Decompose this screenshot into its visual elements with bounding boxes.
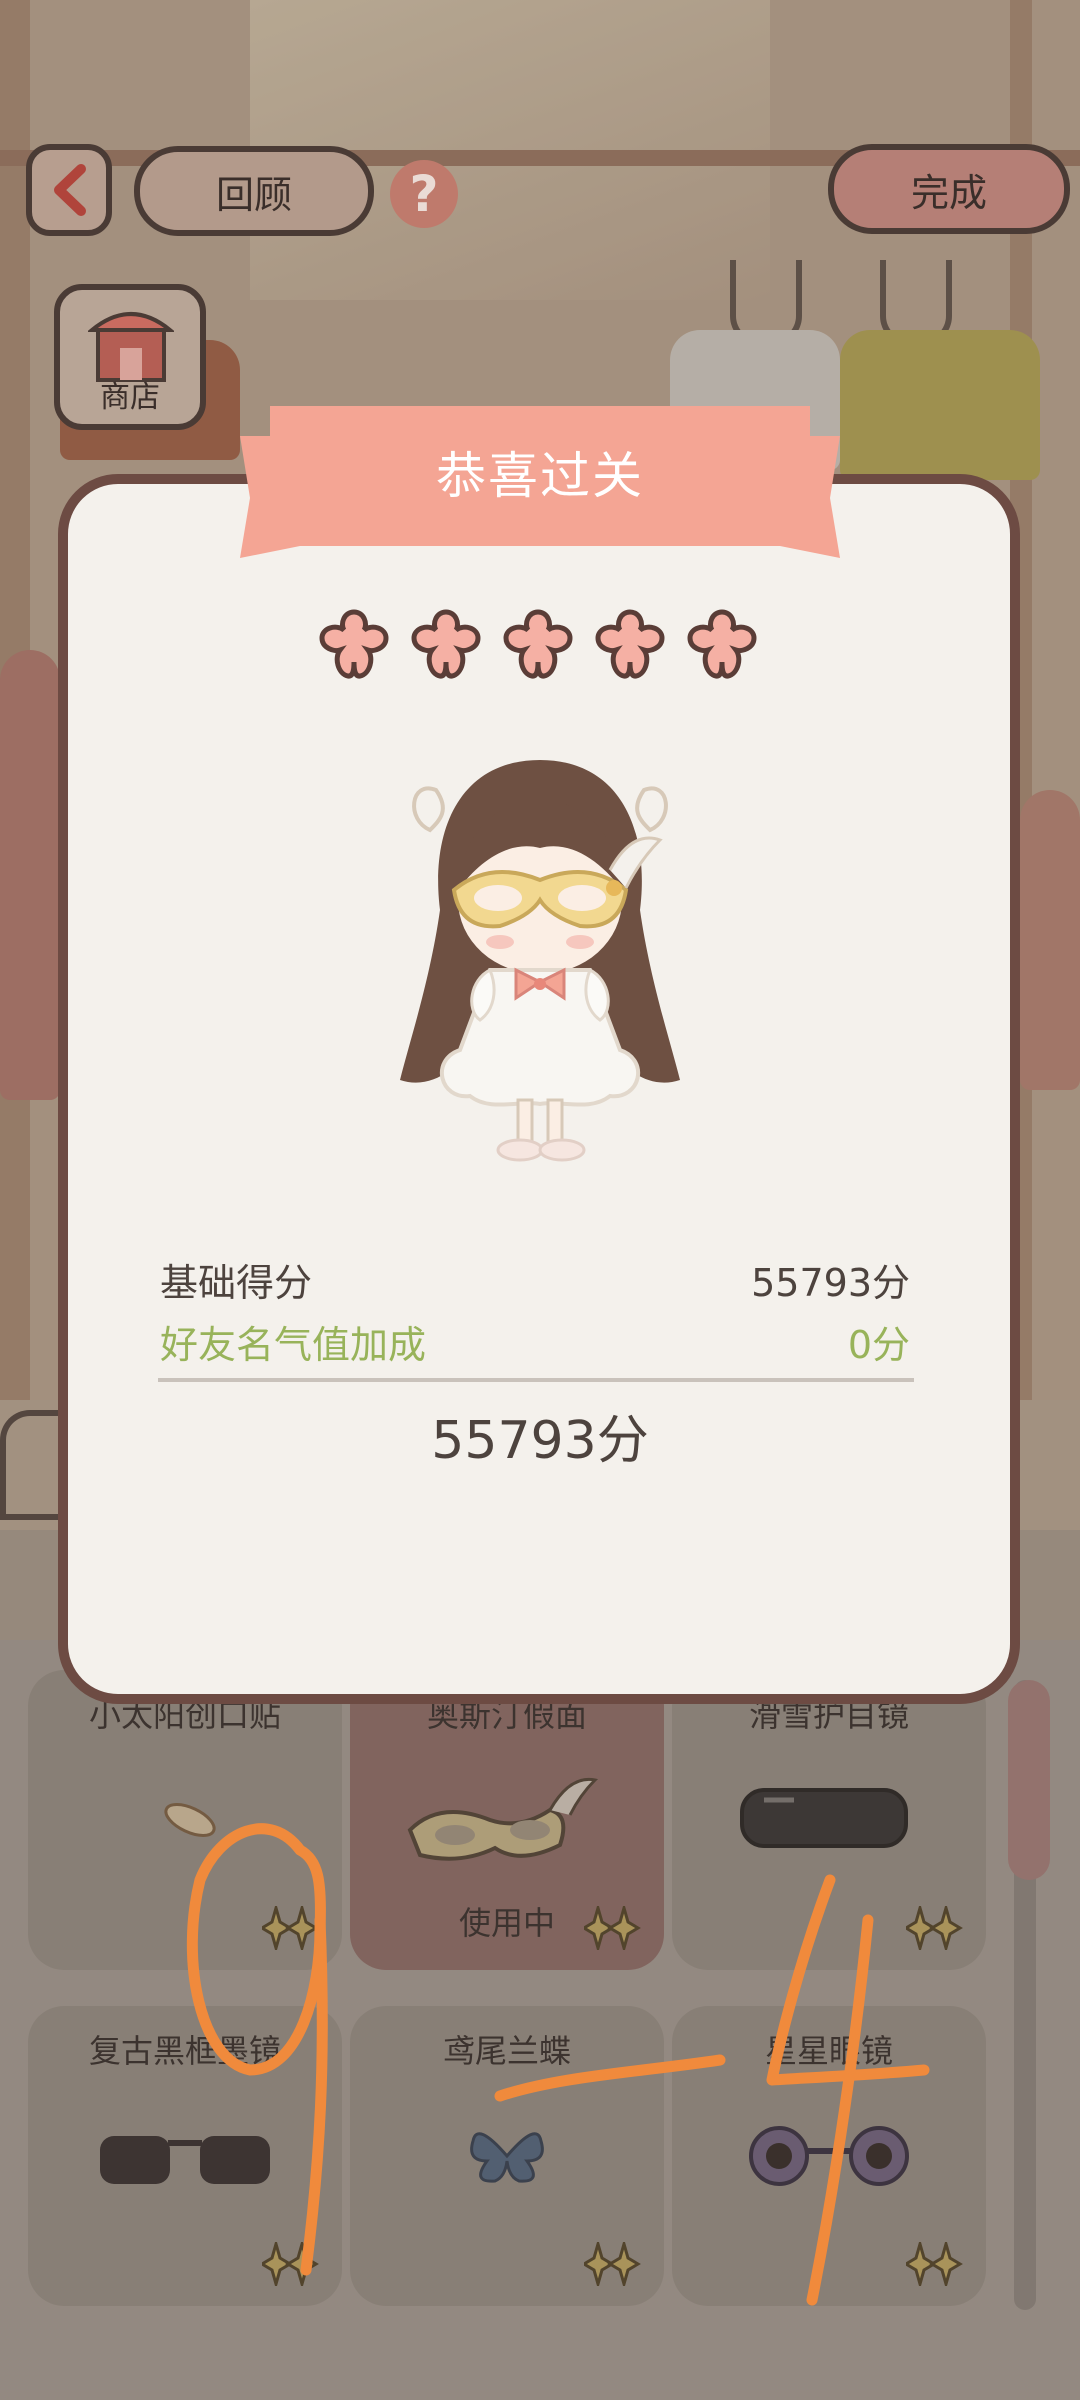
dialog-title: 恭喜过关 <box>436 447 644 505</box>
flower-star-icon <box>503 609 573 679</box>
shop-label: 商店 <box>100 380 160 415</box>
review-button[interactable]: 回顾 <box>134 146 374 236</box>
flower-star-icon <box>687 609 757 679</box>
flower-star-icon <box>411 609 481 679</box>
character-avatar <box>400 760 680 1162</box>
total-score: 55793分 <box>431 1411 649 1471</box>
base-score-label: 基础得分 <box>160 1261 313 1305</box>
flower-star-icon <box>319 609 389 679</box>
friend-bonus-value: 0分 <box>847 1323 910 1367</box>
shop-button[interactable]: 商店 <box>54 284 206 430</box>
friend-bonus-label: 好友名气值加成 <box>160 1323 427 1367</box>
base-score-value: 55793分 <box>751 1261 910 1305</box>
score-divider <box>158 1378 914 1382</box>
done-button[interactable]: 完成 <box>828 144 1070 234</box>
flower-star-icon <box>595 609 665 679</box>
help-icon[interactable]: ? <box>390 160 458 228</box>
back-button[interactable] <box>26 144 112 236</box>
chevron-left-icon <box>54 164 86 216</box>
